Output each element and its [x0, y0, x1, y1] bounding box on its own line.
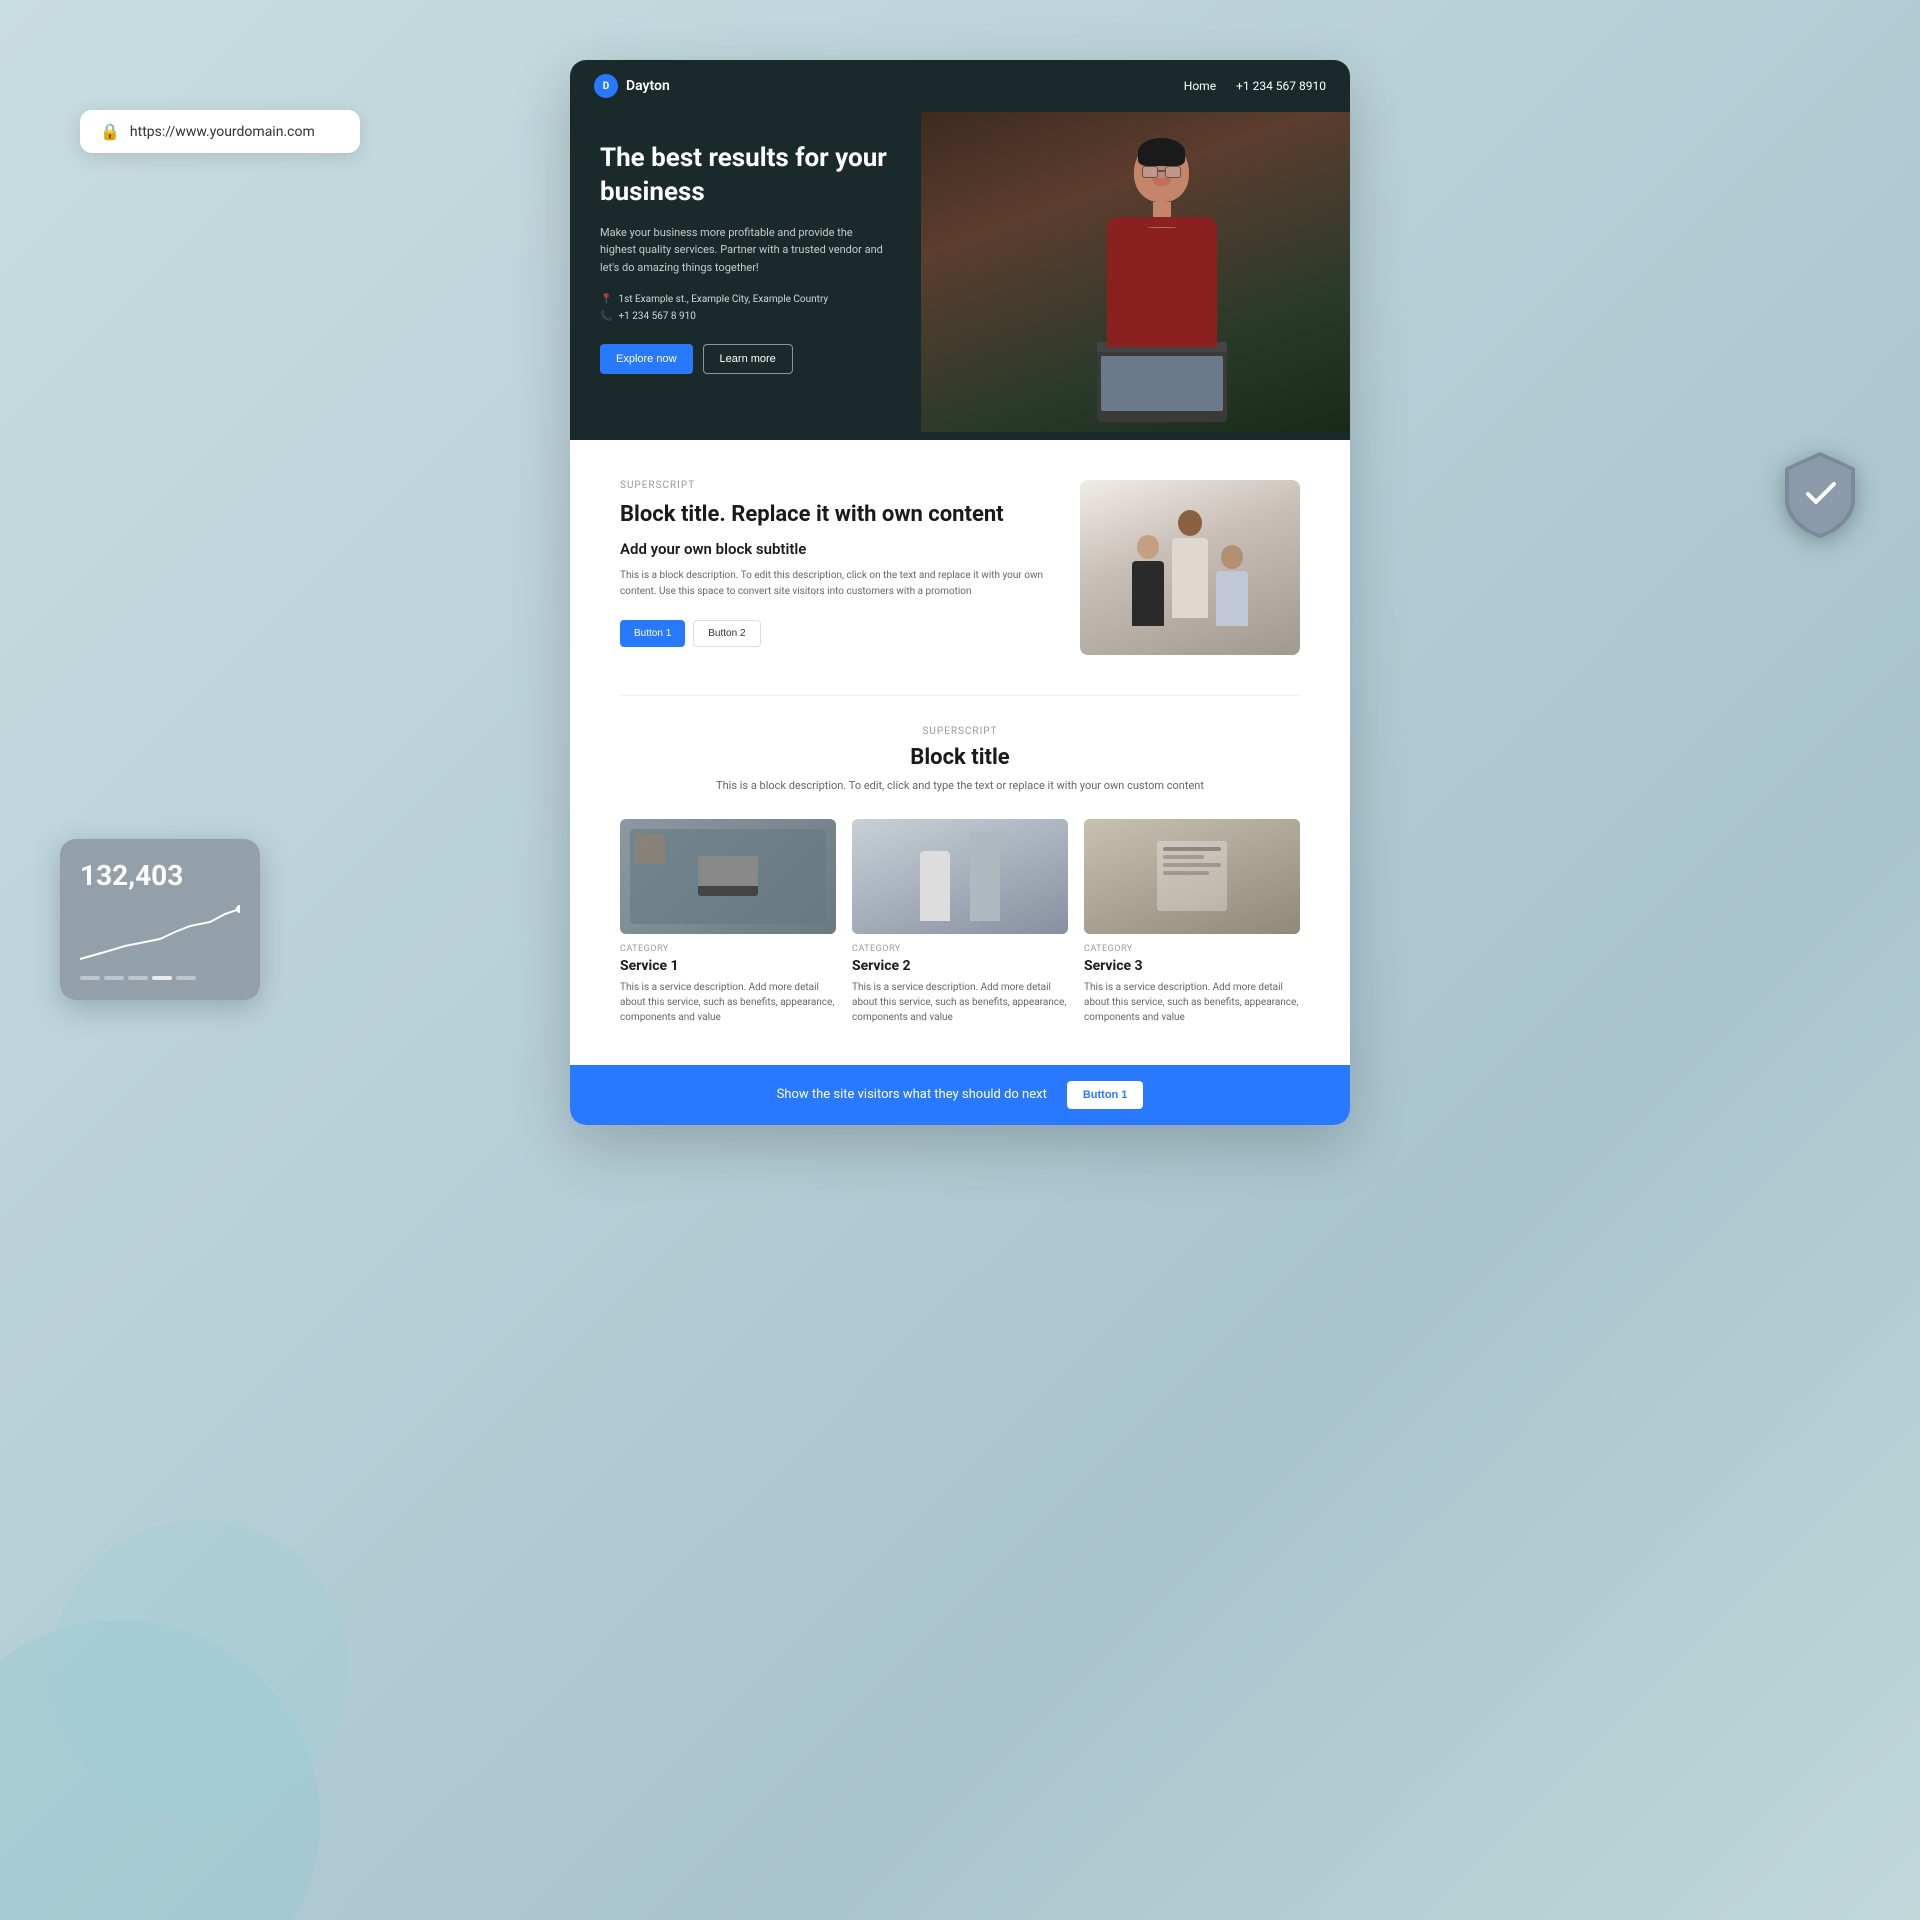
- laptop-image: [620, 819, 836, 934]
- block-right: [1080, 480, 1300, 655]
- stats-dot-2: [104, 976, 124, 980]
- shield-badge: [1780, 450, 1860, 540]
- stats-dot-4: [152, 976, 172, 980]
- stats-dot-5: [176, 976, 196, 980]
- service-category-2: Category: [852, 944, 1068, 954]
- service-image-3: [1084, 819, 1300, 934]
- hero-address: 📍 1st Example st., Example City, Example…: [600, 294, 891, 305]
- hero-background-image: [921, 112, 1350, 432]
- people-figures: [1132, 510, 1248, 626]
- service-image-2: [852, 819, 1068, 934]
- hero-section: D Dayton Home +1 234 567 8910: [570, 60, 1350, 440]
- learn-more-button[interactable]: Learn more: [703, 344, 793, 374]
- block-title-1: Block title. Replace it with own content: [620, 501, 1050, 530]
- nav-home-link[interactable]: Home: [1184, 79, 1216, 93]
- block1-button1[interactable]: Button 1: [620, 620, 685, 647]
- cards-superscript: SUPERSCRIPT: [620, 726, 1300, 737]
- nav-logo: D Dayton: [594, 74, 670, 98]
- service-title-1: Service 1: [620, 958, 836, 974]
- browser-window: D Dayton Home +1 234 567 8910: [570, 60, 1350, 1125]
- explore-now-button[interactable]: Explore now: [600, 344, 693, 374]
- stats-dot-3: [128, 976, 148, 980]
- hero-description: Make your business more profitable and p…: [600, 224, 891, 277]
- block-desc-1: This is a block description. To edit thi…: [620, 568, 1050, 600]
- figure-2: [1172, 510, 1208, 618]
- service-image-1: [620, 819, 836, 934]
- service-card-1: Category Service 1 This is a service des…: [620, 819, 836, 1025]
- hero-phone: 📞 +1 234 567 8 910: [600, 311, 891, 322]
- hero-content: The best results for your business Make …: [570, 112, 921, 432]
- cta-text: Show the site visitors what they should …: [777, 1087, 1047, 1102]
- service-card-2: Category Service 2 This is a service des…: [852, 819, 1068, 1025]
- location-icon: 📍: [600, 294, 612, 305]
- figure-1: [1132, 535, 1164, 626]
- cards-section: SUPERSCRIPT Block title This is a block …: [570, 696, 1350, 1065]
- block-subtitle: Add your own block subtitle: [620, 540, 1050, 558]
- stats-dots: [80, 976, 240, 980]
- block1-button2[interactable]: Button 2: [693, 620, 760, 647]
- service-desc-3: This is a service description. Add more …: [1084, 980, 1300, 1025]
- stats-chart: [80, 904, 240, 964]
- hero-buttons: Explore now Learn more: [600, 344, 891, 374]
- hero-nav: D Dayton Home +1 234 567 8910: [570, 60, 1350, 112]
- block-buttons-1: Button 1 Button 2: [620, 620, 1050, 647]
- cards-desc: This is a block description. To edit, cl…: [620, 778, 1300, 795]
- service-desc-2: This is a service description. Add more …: [852, 980, 1068, 1025]
- superscript-1: SUPERSCRIPT: [620, 480, 1050, 491]
- shield-icon: [1780, 450, 1860, 540]
- service-category-3: Category: [1084, 944, 1300, 954]
- service-category-1: Category: [620, 944, 836, 954]
- hero-title: The best results for your business: [600, 142, 891, 210]
- hero-phone-text: +1 234 567 8 910: [618, 311, 695, 322]
- nav-phone: +1 234 567 8910: [1236, 79, 1326, 93]
- block-section-1: SUPERSCRIPT Block title. Replace it with…: [570, 440, 1350, 695]
- stats-card: 132,403: [60, 839, 260, 1000]
- hero-address-text: 1st Example st., Example City, Example C…: [618, 294, 828, 305]
- handshake-image: [852, 819, 1068, 934]
- services-grid: Category Service 1 This is a service des…: [620, 819, 1300, 1025]
- service-title-2: Service 2: [852, 958, 1068, 974]
- stats-number: 132,403: [80, 859, 240, 892]
- hero-person-image: [921, 112, 1350, 432]
- stats-dot-1: [80, 976, 100, 980]
- service-card-3: Category Service 3 This is a service des…: [1084, 819, 1300, 1025]
- cta-banner: Show the site visitors what they should …: [570, 1065, 1350, 1125]
- nav-brand: Dayton: [626, 78, 670, 94]
- logo-icon: D: [594, 74, 618, 98]
- lock-icon: 🔒: [100, 122, 120, 141]
- bg-shape-2: [50, 1520, 350, 1820]
- url-bar: 🔒 https://www.yourdomain.com: [80, 110, 360, 153]
- nav-links: Home +1 234 567 8910: [1184, 79, 1326, 93]
- phone-icon: 📞: [600, 311, 612, 322]
- figure-3: [1216, 545, 1248, 626]
- business-meeting-image: [1080, 480, 1300, 655]
- content-area: SUPERSCRIPT Block title. Replace it with…: [570, 440, 1350, 1125]
- cta-button[interactable]: Button 1: [1067, 1081, 1144, 1109]
- block-left: SUPERSCRIPT Block title. Replace it with…: [620, 480, 1050, 647]
- service-title-3: Service 3: [1084, 958, 1300, 974]
- url-text: https://www.yourdomain.com: [130, 124, 315, 140]
- newspaper-image: [1084, 819, 1300, 934]
- service-desc-1: This is a service description. Add more …: [620, 980, 836, 1025]
- hero-info: 📍 1st Example st., Example City, Example…: [600, 294, 891, 322]
- block-image: [1080, 480, 1300, 655]
- cards-title: Block title: [620, 745, 1300, 770]
